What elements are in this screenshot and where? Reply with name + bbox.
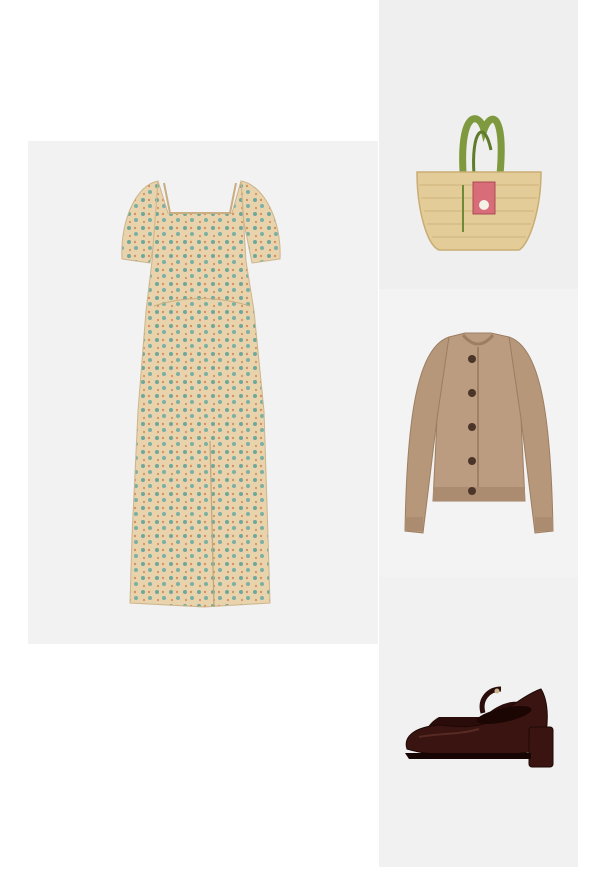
product-tile-cardigan[interactable] xyxy=(379,289,578,577)
product-tile-basket-bag[interactable] xyxy=(379,0,578,289)
product-tile-mary-jane-heels[interactable] xyxy=(379,577,578,867)
floral-midi-dress-image xyxy=(121,180,281,608)
mary-jane-heels-image xyxy=(405,686,554,768)
knit-cardigan-image xyxy=(404,332,554,534)
product-tile-dress[interactable] xyxy=(28,141,378,644)
straw-basket-bag-image xyxy=(416,115,542,251)
